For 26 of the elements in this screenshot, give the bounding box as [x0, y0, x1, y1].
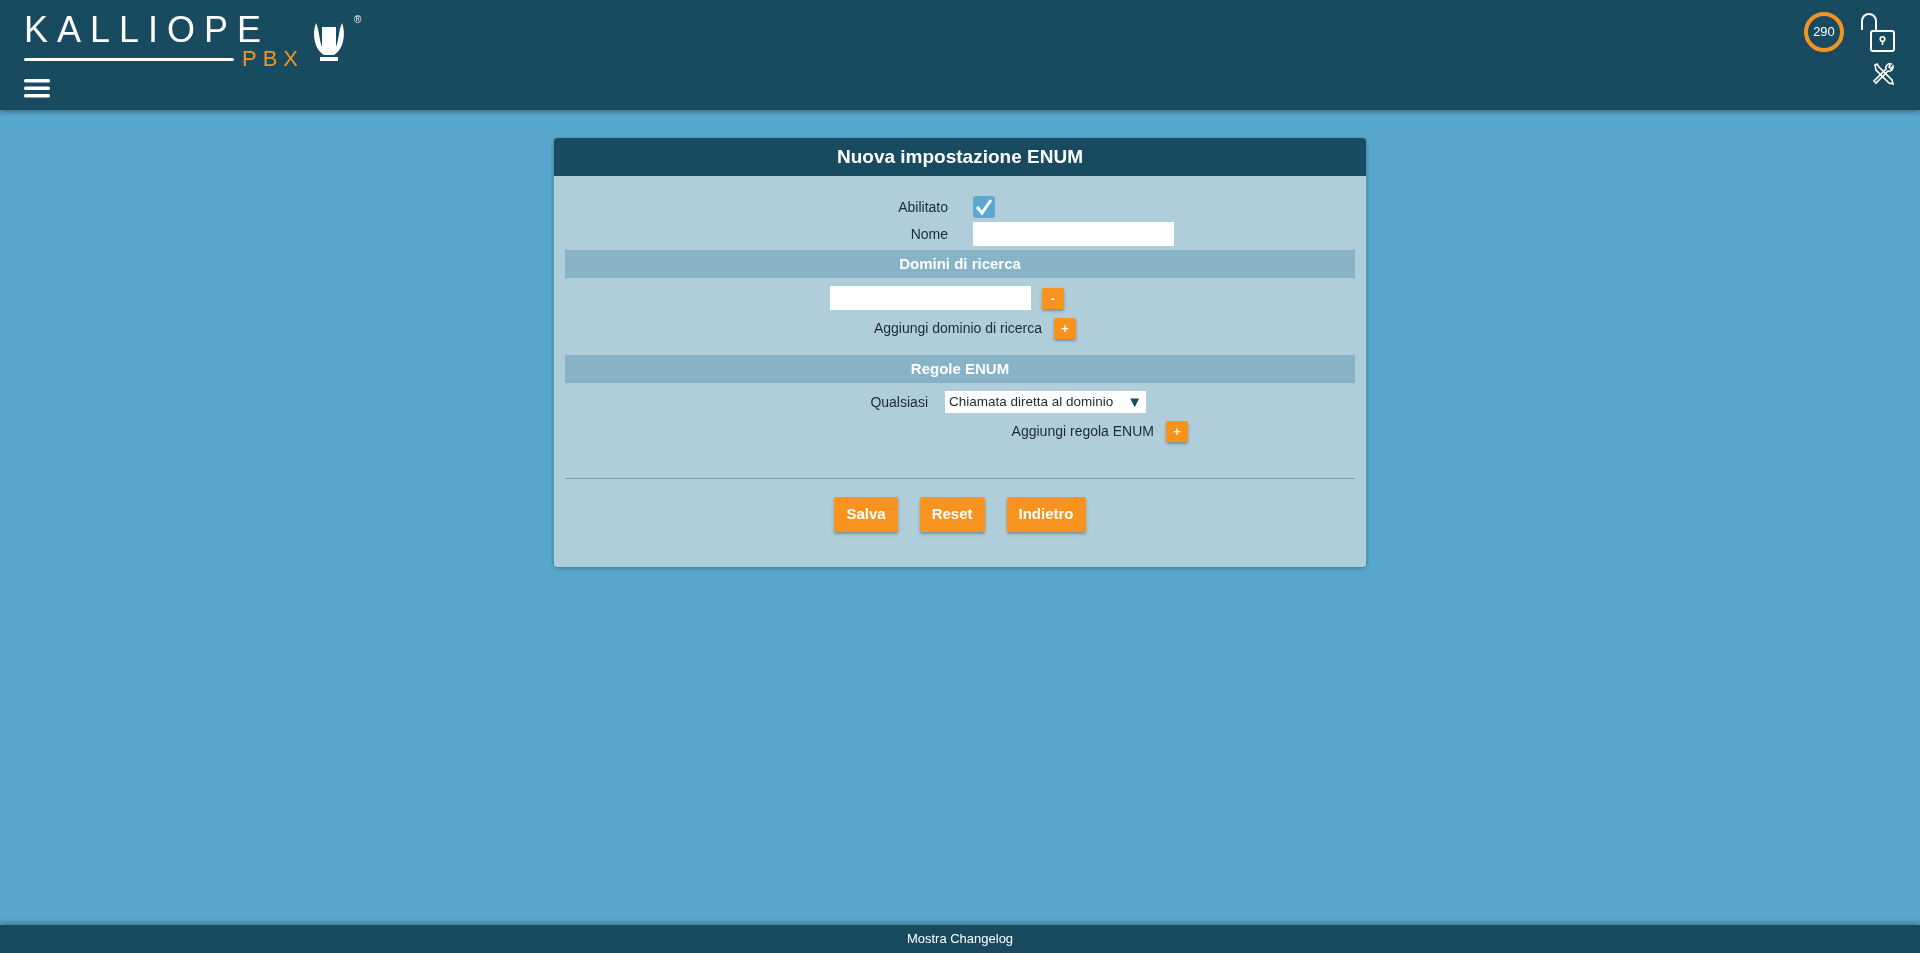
field-label: Qualsiasi	[869, 392, 928, 412]
action-button[interactable]: Reset	[919, 497, 985, 532]
enabled-checkbox[interactable]	[973, 196, 995, 218]
tools-icon[interactable]	[1872, 62, 1896, 86]
section-header: Domini di ricerca	[565, 250, 1355, 278]
logo-text: KALLIOPE	[24, 12, 272, 48]
action-button[interactable]: Salva	[834, 497, 898, 532]
logo-product: PBX	[242, 48, 305, 70]
action-button[interactable]: Indietro	[1006, 497, 1086, 532]
panel-title: Nuova impostazione ENUM	[554, 138, 1366, 176]
changelog-link[interactable]: Mostra Changelog	[0, 925, 1920, 953]
counter-badge: 290	[1804, 12, 1844, 52]
section-header: Regole ENUM	[565, 355, 1355, 383]
remove-button[interactable]: -	[1042, 287, 1064, 309]
add-label: Aggiungi dominio di ricerca	[872, 319, 1042, 338]
name-field[interactable]	[973, 222, 1174, 246]
registered-mark: ®	[354, 13, 362, 27]
domain-field[interactable]	[830, 286, 1031, 310]
rule-select[interactable]: Chiamata diretta al dominio ▼	[945, 391, 1146, 413]
add-label: Aggiungi regola ENUM	[1010, 422, 1154, 441]
field-label: Nome	[909, 224, 948, 244]
add-button[interactable]: +	[1054, 318, 1076, 339]
field-label: Abilitato	[897, 197, 948, 217]
menu-icon[interactable]	[24, 78, 50, 98]
add-button[interactable]: +	[1166, 421, 1188, 442]
unlocked-padlock-icon[interactable]	[1860, 12, 1896, 54]
